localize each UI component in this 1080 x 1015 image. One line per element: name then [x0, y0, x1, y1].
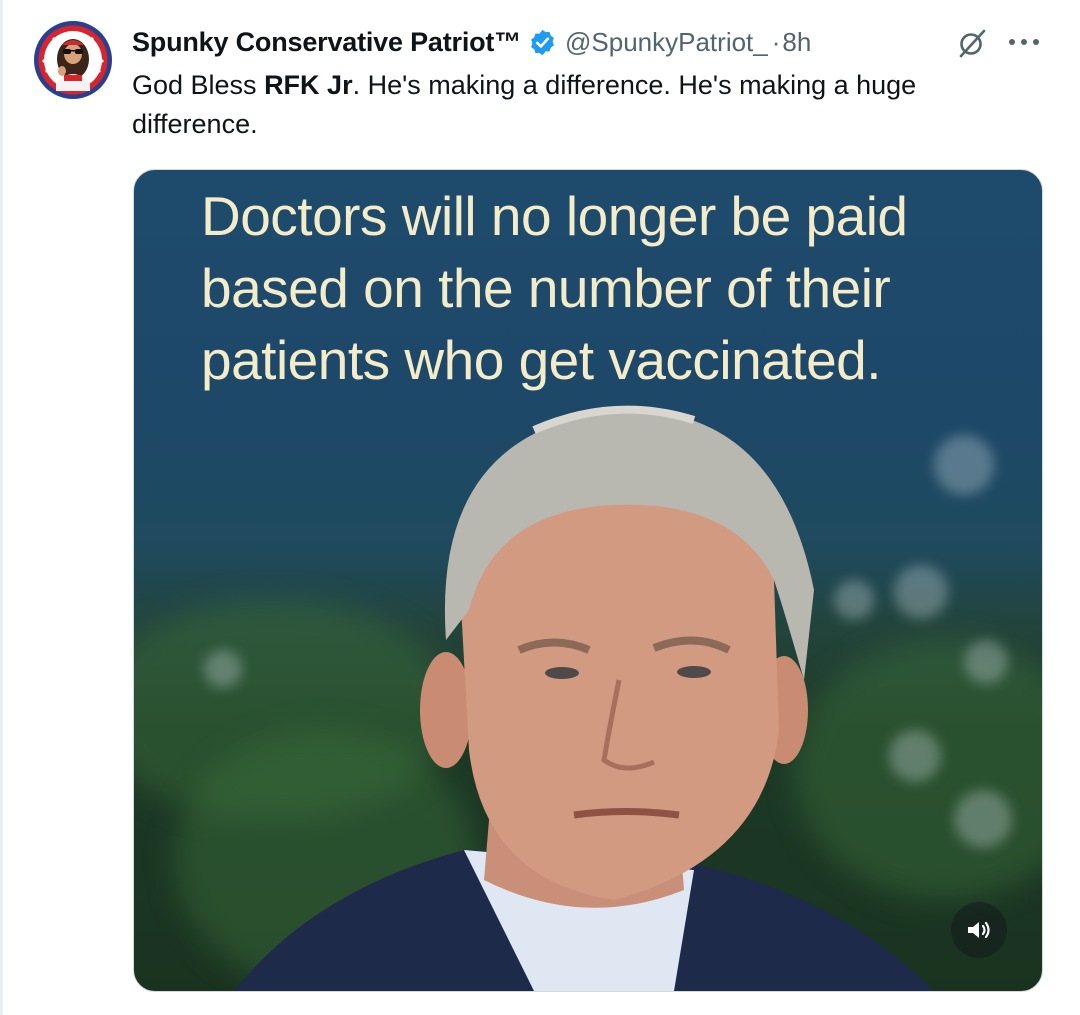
display-name[interactable]: Spunky Conservative Patriot™ — [132, 27, 521, 58]
mute-toggle-button[interactable] — [951, 902, 1007, 958]
grok-icon[interactable] — [955, 26, 989, 60]
more-icon[interactable] — [1004, 30, 1044, 54]
post-text-bold: RFK Jr — [264, 70, 353, 100]
post-time[interactable]: 8h — [782, 27, 811, 58]
post-header: Spunky Conservative Patriot™ @SpunkyPatr… — [132, 22, 811, 62]
media-video[interactable]: Doctors will no longer be paid based on … — [133, 169, 1043, 992]
avatar-image — [42, 37, 104, 91]
post-text: God Bless RFK Jr. He's making a differen… — [132, 66, 1032, 144]
separator-dot: · — [771, 26, 781, 57]
timeline-border — [0, 0, 3, 1015]
media-caption: Doctors will no longer be paid based on … — [201, 185, 908, 391]
verified-badge-icon — [531, 29, 554, 55]
post-text-part: God Bless — [132, 70, 265, 100]
user-handle[interactable]: @SpunkyPatriot_ — [565, 27, 768, 58]
avatar[interactable] — [34, 21, 112, 99]
speaker-icon — [968, 921, 990, 939]
